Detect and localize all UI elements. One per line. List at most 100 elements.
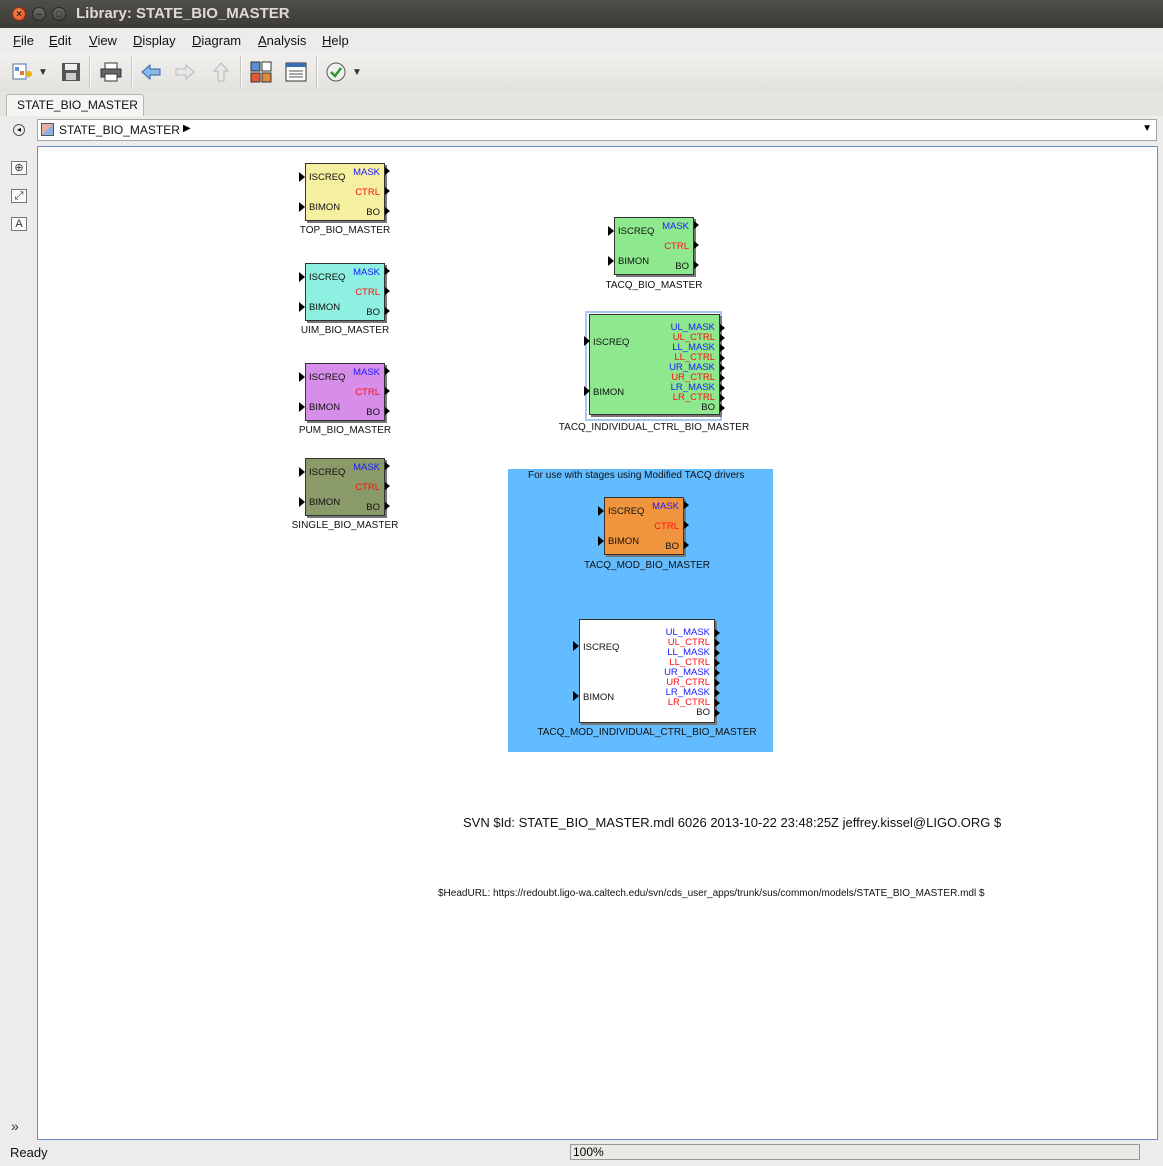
input-port[interactable]	[299, 272, 305, 282]
menu-view[interactable]: View	[89, 33, 117, 48]
input-port[interactable]	[299, 172, 305, 182]
block-name[interactable]: UIM_BIO_MASTER	[285, 325, 405, 336]
save-icon[interactable]	[59, 60, 83, 84]
output-port[interactable]	[385, 502, 390, 510]
menu-edit[interactable]: Edit	[49, 33, 71, 48]
output-port[interactable]	[715, 679, 720, 687]
zoom-icon[interactable]: ⊕	[11, 161, 27, 175]
output-port[interactable]	[684, 521, 689, 529]
output-port[interactable]	[715, 659, 720, 667]
tab-state-bio-master[interactable]: STATE_BIO_MASTER	[6, 94, 144, 116]
forward-arrow-icon[interactable]	[173, 60, 197, 84]
block-name[interactable]: SINGLE_BIO_MASTER	[285, 520, 405, 531]
output-port[interactable]	[715, 709, 720, 717]
fit-to-view-icon[interactable]: ⤢	[11, 189, 27, 203]
block-uim-bio-master[interactable]: ISCREQ BIMON MASK CTRL BO	[305, 263, 385, 321]
output-port[interactable]	[694, 261, 699, 269]
output-port[interactable]	[385, 387, 390, 395]
new-model-icon[interactable]	[10, 60, 34, 84]
input-port[interactable]	[573, 641, 579, 651]
menu-diagram[interactable]: Diagram	[192, 33, 241, 48]
input-port[interactable]	[598, 536, 604, 546]
input-port[interactable]	[299, 402, 305, 412]
output-port[interactable]	[385, 207, 390, 215]
model-explorer-icon[interactable]	[284, 60, 308, 84]
menu-display[interactable]: Display	[133, 33, 176, 48]
library-browser-icon[interactable]	[249, 60, 273, 84]
output-port[interactable]	[385, 462, 390, 470]
block-name[interactable]: TOP_BIO_MASTER	[285, 225, 405, 236]
output-port[interactable]	[715, 639, 720, 647]
block-tacq-individual-ctrl-bio-master[interactable]: ISCREQ BIMON UL_MASK UL_CTRL LL_MASK LL_…	[589, 314, 720, 415]
output-port[interactable]	[385, 267, 390, 275]
output-port[interactable]	[715, 699, 720, 707]
svn-id-annotation[interactable]: SVN $Id: STATE_BIO_MASTER.mdl 6026 2013-…	[463, 815, 1001, 830]
input-port[interactable]	[299, 372, 305, 382]
block-single-bio-master[interactable]: ISCREQ BIMON MASK CTRL BO	[305, 458, 385, 516]
model-canvas[interactable]: ISCREQ BIMON MASK CTRL BO TOP_BIO_MASTER…	[37, 146, 1158, 1140]
output-port[interactable]	[385, 187, 390, 195]
output-port[interactable]	[694, 241, 699, 249]
block-name[interactable]: TACQ_MOD_INDIVIDUAL_CTRL_BIO_MASTER	[527, 727, 767, 738]
input-port[interactable]	[573, 691, 579, 701]
input-port[interactable]	[299, 497, 305, 507]
block-name[interactable]: TACQ_INDIVIDUAL_CTRL_BIO_MASTER	[554, 422, 754, 433]
input-port[interactable]	[584, 386, 590, 396]
annotation-icon[interactable]: A	[11, 217, 27, 231]
output-port[interactable]	[720, 384, 725, 392]
output-port[interactable]	[720, 394, 725, 402]
block-pum-bio-master[interactable]: ISCREQ BIMON MASK CTRL BO	[305, 363, 385, 421]
output-port[interactable]	[720, 334, 725, 342]
check-dropdown-arrow-icon[interactable]: ▼	[350, 60, 364, 84]
input-port[interactable]	[608, 226, 614, 236]
input-port[interactable]	[598, 506, 604, 516]
output-port[interactable]	[385, 367, 390, 375]
block-top-bio-master[interactable]: ISCREQ BIMON MASK CTRL BO	[305, 163, 385, 221]
output-port[interactable]	[694, 221, 699, 229]
output-port[interactable]	[385, 167, 390, 175]
path-arrow-icon[interactable]: ▶	[183, 123, 191, 134]
headurl-annotation[interactable]: $HeadURL: https://redoubt.ligo-wa.caltec…	[438, 888, 985, 899]
output-port[interactable]	[720, 354, 725, 362]
back-arrow-icon[interactable]	[139, 60, 163, 84]
up-arrow-icon[interactable]	[209, 60, 233, 84]
menu-help[interactable]: Help	[322, 33, 349, 48]
minimize-window-button[interactable]: –	[32, 7, 46, 21]
menu-file[interactable]: File	[13, 33, 34, 48]
output-port[interactable]	[720, 404, 725, 412]
output-port[interactable]	[385, 307, 390, 315]
output-port[interactable]	[715, 629, 720, 637]
output-port[interactable]	[715, 649, 720, 657]
input-port[interactable]	[584, 336, 590, 346]
output-port[interactable]	[385, 287, 390, 295]
output-port[interactable]	[684, 541, 689, 549]
block-tacq-mod-individual-ctrl-bio-master[interactable]: ISCREQ BIMON UL_MASK UL_CTRL LL_MASK LL_…	[579, 619, 715, 723]
expand-palette-icon[interactable]: »	[11, 1118, 19, 1134]
output-port[interactable]	[720, 364, 725, 372]
input-port[interactable]	[608, 256, 614, 266]
block-tacq-bio-master[interactable]: ISCREQ BIMON MASK CTRL BO	[614, 217, 694, 275]
check-icon[interactable]	[324, 60, 348, 84]
output-port[interactable]	[684, 501, 689, 509]
print-icon[interactable]	[99, 60, 123, 84]
output-port[interactable]	[720, 324, 725, 332]
hide-browser-icon[interactable]: ◂	[13, 124, 25, 136]
block-tacq-mod-bio-master[interactable]: ISCREQ BIMON MASK CTRL BO	[604, 497, 684, 555]
output-port[interactable]	[720, 374, 725, 382]
input-port[interactable]	[299, 467, 305, 477]
output-port[interactable]	[720, 344, 725, 352]
new-dropdown-arrow-icon[interactable]: ▼	[36, 60, 50, 84]
block-name[interactable]: PUM_BIO_MASTER	[285, 425, 405, 436]
output-port[interactable]	[385, 407, 390, 415]
input-port[interactable]	[299, 302, 305, 312]
block-name[interactable]: TACQ_BIO_MASTER	[594, 280, 714, 291]
output-port[interactable]	[715, 689, 720, 697]
output-port[interactable]	[385, 482, 390, 490]
block-name[interactable]: TACQ_MOD_BIO_MASTER	[584, 560, 710, 571]
address-bar[interactable]: STATE_BIO_MASTER ▶ ▼	[37, 119, 1157, 141]
menu-analysis[interactable]: Analysis	[258, 33, 306, 48]
input-port[interactable]	[299, 202, 305, 212]
address-dropdown-icon[interactable]: ▼	[1142, 123, 1152, 134]
maximize-window-button[interactable]: □	[52, 7, 66, 21]
close-window-button[interactable]: ×	[12, 7, 26, 21]
